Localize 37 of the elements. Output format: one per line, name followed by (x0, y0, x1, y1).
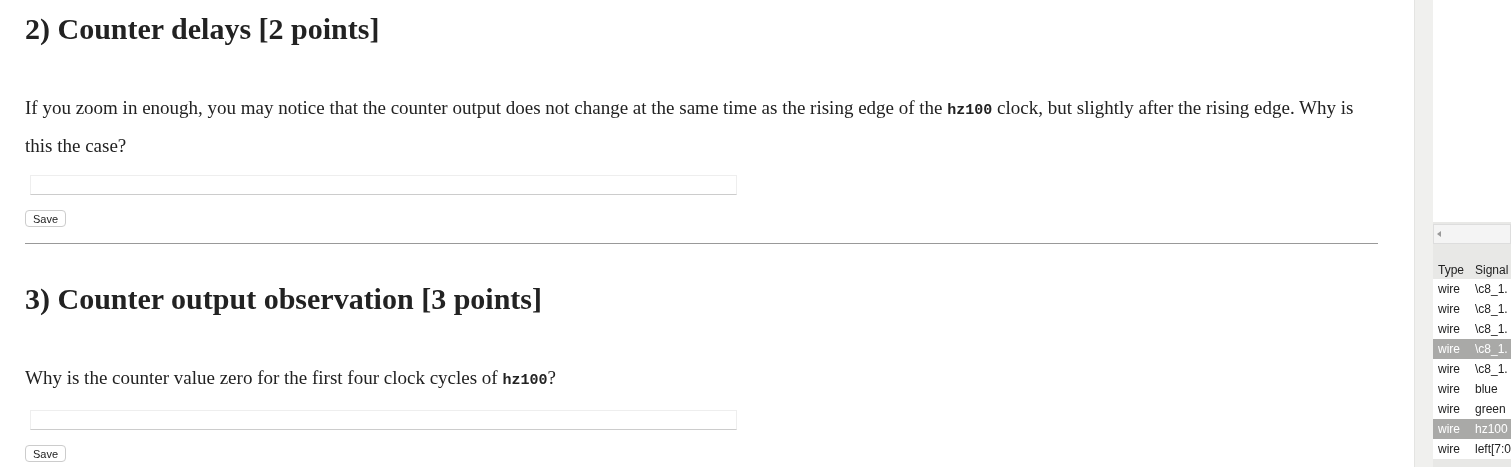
signal-row[interactable]: wire blue (1432, 379, 1511, 399)
signal-row[interactable]: wire green (1432, 399, 1511, 419)
signal-row[interactable]: wire \c8_1. (1432, 299, 1511, 319)
signal-type: wire (1436, 341, 1461, 358)
signal-type: wire (1436, 361, 1461, 378)
left-arrow-icon (1436, 231, 1442, 237)
column-header: Type (1436, 262, 1465, 279)
signal-name: green (1474, 401, 1506, 418)
answer-field[interactable] (30, 410, 737, 430)
signal-type: wire (1436, 301, 1461, 318)
column-header: Signal (1474, 262, 1509, 279)
signal-name: blue (1474, 381, 1498, 398)
save-button[interactable]: Save (25, 210, 67, 227)
signal-row[interactable]: wire \c8_1. (1432, 359, 1511, 379)
signal-type: wire (1436, 281, 1461, 298)
question-text: If you zoom in enough, you may notice that the counter output does not change at the same time as the rising edge of the hz100 clock, but slightly after the rising edge. Why is this the case? (25, 96, 1355, 158)
answer-field[interactable] (30, 175, 737, 195)
signal-type: wire (1436, 381, 1461, 398)
question-text: Why is the counter value zero for the first four clock cycles of hz100? (25, 366, 557, 391)
horizontal-scrollbar[interactable] (1432, 224, 1511, 244)
signal-name: left[7:0 (1474, 441, 1511, 458)
signal-name: \c8_1. (1474, 361, 1508, 378)
signal-row[interactable]: wire \c8_1. (1432, 319, 1511, 339)
signal-name: hz100 (1474, 421, 1508, 438)
signal-name: \c8_1. (1474, 281, 1508, 298)
signal-name: \c8_1. (1474, 341, 1508, 358)
save-button[interactable]: Save (25, 445, 67, 462)
signal-name: \c8_1. (1474, 301, 1508, 318)
signal-type: wire (1436, 421, 1461, 438)
signal-type: wire (1436, 321, 1461, 338)
signal-row[interactable]: wire \c8_1. (1432, 279, 1511, 299)
signal-row[interactable]: wire left[7:0 (1432, 439, 1511, 459)
signal-name: \c8_1. (1474, 321, 1508, 338)
signal-type: wire (1436, 441, 1461, 458)
question-title: 3) Counter output observation [3 points] (25, 282, 542, 316)
signal-type: wire (1436, 401, 1461, 418)
question-title: 2) Counter delays [2 points] (25, 12, 380, 46)
